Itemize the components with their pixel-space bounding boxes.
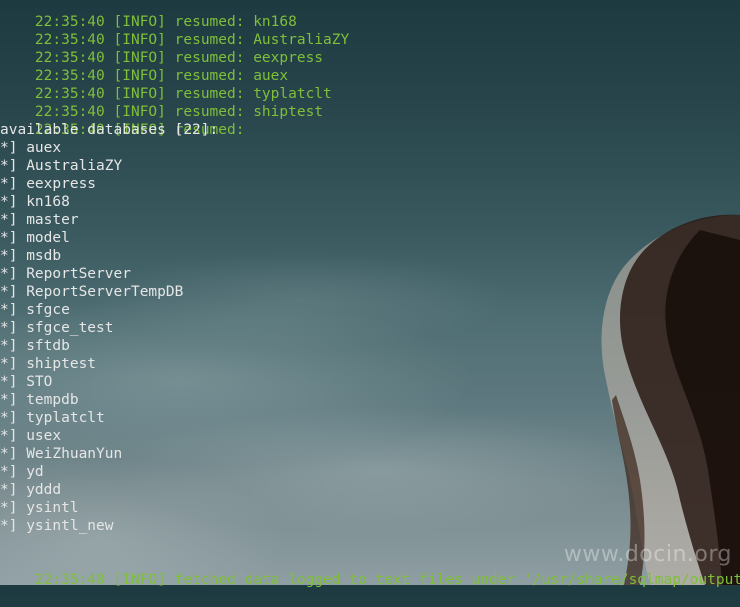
database-item: *] AustraliaZY (0, 158, 123, 174)
database-item: *] yddd (0, 482, 62, 498)
terminal-output: 22:35:40 [INFO] resumed: kn168 22:35:40 … (0, 0, 740, 588)
database-item: *] eexpress (0, 176, 97, 192)
log-line: 22:35:40 [INFO] resumed: typlatclt (34, 86, 332, 102)
watermark-text: www.docin.org (563, 542, 732, 567)
log-line: 22:35:40 [INFO] resumed: (34, 122, 245, 138)
database-item: *] STO (0, 374, 53, 390)
log-line: 22:35:40 [INFO] resumed: kn168 (34, 14, 297, 30)
database-item: *] sfgce (0, 302, 70, 318)
database-item: *] sfgce_test (0, 320, 114, 336)
database-item: *] ReportServer (0, 266, 131, 282)
database-item: *] msdb (0, 248, 62, 264)
database-item: *] usex (0, 428, 62, 444)
log-line: 22:35:40 [INFO] resumed: auex (34, 68, 289, 84)
log-line: 22:35:40 [INFO] resumed: eexpress (34, 50, 324, 66)
database-item: *] master (0, 212, 79, 228)
databases-header: available databases [22]: (0, 122, 219, 138)
database-item: *] WeiZhuanYun (0, 446, 123, 462)
database-item: *] tempdb (0, 392, 79, 408)
database-item: *] yd (0, 464, 44, 480)
database-item: *] ysintl (0, 500, 79, 516)
log-line: 22:35:40 [INFO] resumed: AustraliaZY (34, 32, 350, 48)
database-item: *] ysintl_new (0, 518, 114, 534)
database-item: *] model (0, 230, 70, 246)
database-item: *] kn168 (0, 194, 70, 210)
log-line: 22:35:40 [INFO] resumed: shiptest (34, 104, 324, 120)
database-item: *] typlatclt (0, 410, 105, 426)
database-item: *] auex (0, 140, 62, 156)
database-item: *] shiptest (0, 356, 97, 372)
database-item: *] ReportServerTempDB (0, 284, 184, 300)
database-item: *] sftdb (0, 338, 70, 354)
